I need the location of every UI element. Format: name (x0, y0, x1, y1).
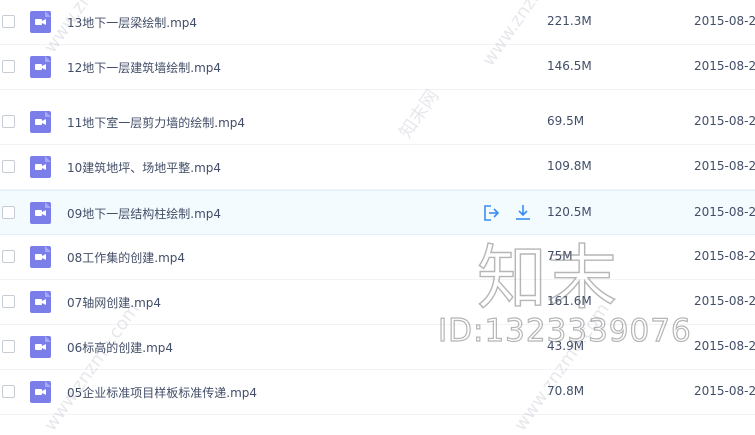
file-row[interactable]: 06标高的创建.mp4 43.9M 2015-08-24 (0, 325, 755, 370)
file-name[interactable]: 11地下室一层剪力墙的绘制.mp4 (67, 114, 245, 131)
file-size: 221.3M (547, 14, 592, 28)
file-size: 69.5M (547, 114, 585, 128)
file-row-hovered[interactable]: 09地下一层结构柱绘制.mp4 120.5M 2015-08-24 (0, 190, 755, 235)
file-name[interactable]: 09地下一层结构柱绘制.mp4 (67, 205, 221, 222)
file-date: 2015-08-24 (694, 14, 755, 28)
file-date: 2015-08-24 (694, 249, 755, 263)
row-checkbox[interactable] (2, 115, 15, 128)
file-date: 2015-08-24 (694, 59, 755, 73)
file-name[interactable]: 12地下一层建筑墙绘制.mp4 (67, 59, 221, 76)
video-file-icon (30, 336, 51, 358)
video-file-icon (30, 246, 51, 268)
file-size: 146.5M (547, 59, 592, 73)
file-size: 120.5M (547, 205, 592, 219)
row-checkbox[interactable] (2, 385, 15, 398)
file-size: 109.8M (547, 159, 592, 173)
file-size: 43.9M (547, 339, 585, 353)
file-row[interactable]: 13地下一层梁绘制.mp4 221.3M 2015-08-24 (0, 0, 755, 45)
video-file-icon (30, 291, 51, 313)
file-date: 2015-08-24 (694, 159, 755, 173)
file-row[interactable]: 10建筑地坪、场地平整.mp4 109.8M 2015-08-24 (0, 145, 755, 190)
video-file-icon (30, 111, 51, 133)
row-checkbox[interactable] (2, 15, 15, 28)
file-row[interactable]: 11地下室一层剪力墙的绘制.mp4 69.5M 2015-08-24 (0, 100, 755, 145)
download-icon[interactable] (514, 204, 532, 222)
file-size: 161.6M (547, 294, 592, 308)
file-date: 2015-08-24 (694, 205, 755, 219)
file-date: 2015-08-24 (694, 384, 755, 398)
file-name[interactable]: 13地下一层梁绘制.mp4 (67, 14, 197, 31)
file-row[interactable]: 07轴网创建.mp4 161.6M 2015-08-24 (0, 280, 755, 325)
video-file-icon (30, 11, 51, 33)
file-date: 2015-08-24 (694, 294, 755, 308)
file-date: 2015-08-24 (694, 114, 755, 128)
file-row[interactable]: 08工作集的创建.mp4 75M 2015-08-24 (0, 235, 755, 280)
file-row[interactable]: 05企业标准项目样板标准传递.mp4 70.8M 2015-08-24 (0, 370, 755, 415)
row-checkbox[interactable] (2, 250, 15, 263)
file-size: 70.8M (547, 384, 585, 398)
row-checkbox[interactable] (2, 60, 15, 73)
file-size: 75M (547, 249, 573, 263)
video-file-icon (30, 56, 51, 78)
video-file-icon (30, 156, 51, 178)
file-list: 13地下一层梁绘制.mp4 221.3M 2015-08-24 12地下一层建筑… (0, 0, 755, 423)
file-name[interactable]: 08工作集的创建.mp4 (67, 249, 185, 266)
file-name[interactable]: 06标高的创建.mp4 (67, 339, 173, 356)
row-checkbox[interactable] (2, 340, 15, 353)
row-checkbox[interactable] (2, 206, 15, 219)
row-checkbox[interactable] (2, 295, 15, 308)
share-icon[interactable] (482, 204, 500, 222)
file-name[interactable]: 10建筑地坪、场地平整.mp4 (67, 159, 221, 176)
video-file-icon (30, 381, 51, 403)
file-name[interactable]: 05企业标准项目样板标准传递.mp4 (67, 384, 257, 401)
video-file-icon (30, 202, 51, 224)
file-date: 2015-08-24 (694, 339, 755, 353)
row-checkbox[interactable] (2, 160, 15, 173)
file-name[interactable]: 07轴网创建.mp4 (67, 294, 161, 311)
file-row[interactable]: 12地下一层建筑墙绘制.mp4 146.5M 2015-08-24 (0, 45, 755, 90)
